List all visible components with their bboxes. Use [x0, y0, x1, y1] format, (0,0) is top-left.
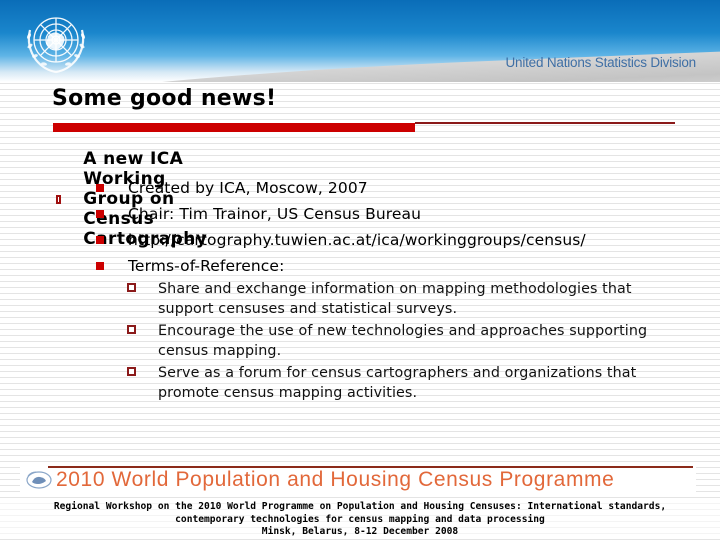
filled-square-bullet-icon — [96, 262, 104, 270]
filled-square-bullet-icon — [96, 236, 104, 244]
slide-footer: Regional Workshop on the 2010 World Prog… — [0, 501, 720, 539]
census-programme-logo-icon — [26, 471, 52, 489]
hollow-square-bullet-icon — [127, 367, 136, 376]
terms-of-reference-item: Encourage the use of new technologies an… — [127, 321, 687, 361]
sub-point-text: Chair: Tim Trainor, US Census Bureau — [128, 205, 422, 223]
title-underline-line — [415, 122, 675, 124]
slide-title: Some good news! — [52, 86, 277, 111]
banner-title: 2010 World Population and Housing Census… — [56, 468, 615, 491]
filled-square-bullet-icon — [96, 210, 104, 218]
terms-of-reference-text: Encourage the use of new technologies an… — [158, 323, 648, 359]
hollow-square-bullet-icon — [56, 194, 62, 204]
title-underline-bar — [53, 123, 415, 132]
terms-of-reference-text: Share and exchange information on mappin… — [158, 281, 632, 317]
filled-square-bullet-icon — [96, 184, 104, 192]
hollow-square-bullet-icon — [127, 325, 136, 334]
sub-point-text: Terms-of-Reference: — [128, 257, 285, 275]
sub-point: Chair: Tim Trainor, US Census Bureau — [96, 205, 421, 223]
census-programme-banner: 2010 World Population and Housing Census… — [20, 464, 696, 492]
sub-point-link: http://cartography.tuwien.ac.at/ica/work… — [96, 231, 586, 249]
slide-header: United Nations Statistics Division — [0, 0, 720, 82]
un-emblem-icon — [26, 17, 86, 74]
sub-point-text: Created by ICA, Moscow, 2007 — [128, 179, 368, 197]
hollow-square-bullet-icon — [127, 283, 136, 292]
terms-of-reference-item: Serve as a forum for census cartographer… — [127, 363, 687, 403]
footer-line-workshop: Regional Workshop on the 2010 World Prog… — [53, 501, 667, 512]
terms-of-reference-text: Serve as a forum for census cartographer… — [158, 365, 637, 401]
terms-of-reference-item: Share and exchange information on mappin… — [127, 279, 687, 319]
sub-point: Terms-of-Reference: — [96, 257, 284, 275]
sub-point: Created by ICA, Moscow, 2007 — [96, 179, 368, 197]
division-name: United Nations Statistics Division — [505, 55, 696, 70]
footer-line-location-date: Minsk, Belarus, 8-12 December 2008 — [261, 526, 459, 537]
working-group-url[interactable]: http://cartography.tuwien.ac.at/ica/work… — [128, 231, 586, 249]
footer-line-topics: contemporary technologies for census map… — [175, 513, 545, 525]
